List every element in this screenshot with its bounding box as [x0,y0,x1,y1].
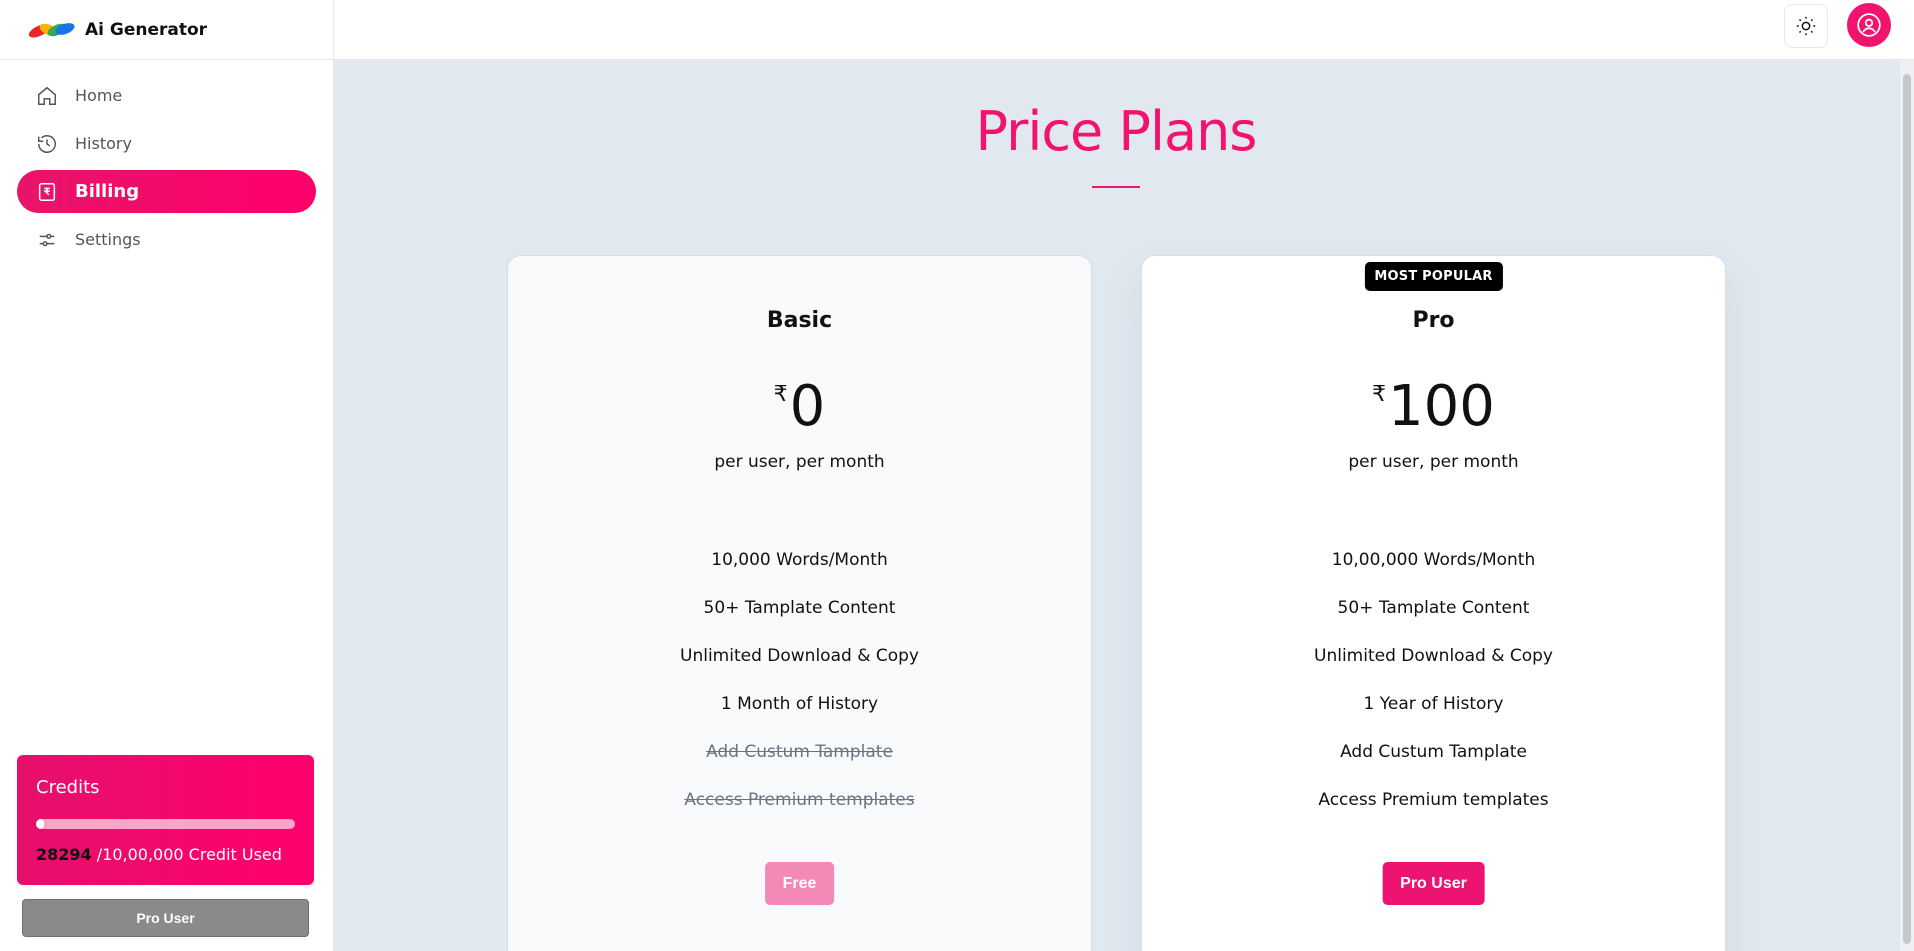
feature-item-excluded: Add Custum Tamplate [706,742,893,762]
plan-card-pro: MOST POPULAR Pro ₹ 100 per user, per mon… [1141,255,1726,951]
brand-logo-icon [28,22,75,37]
currency-symbol: ₹ [1372,382,1387,407]
price-amount: 100 [1388,374,1495,439]
brand[interactable]: Ai Generator [0,0,333,60]
user-profile-button[interactable] [1847,3,1891,47]
free-plan-button[interactable]: Free [764,862,835,905]
feature-item: Unlimited Download & Copy [1314,646,1553,666]
credits-progress-fill [36,819,44,829]
title-divider [1092,186,1140,188]
plan-price: ₹ 0 [508,376,1091,438]
sidebar-nav: Home History Billing Settings [0,60,333,261]
plan-card-basic: Basic ₹ 0 per user, per month 10,000 Wor… [507,255,1092,951]
feature-item: 10,00,000 Words/Month [1331,550,1536,570]
sidebar-item-label: Billing [75,181,140,202]
feature-item: 10,000 Words/Month [711,550,888,570]
settings-icon [35,228,59,252]
sidebar-item-label: History [75,134,132,153]
history-icon [35,132,59,156]
plan-name: Pro [1412,308,1455,333]
credits-progress-bar [36,819,295,829]
sun-icon [1796,16,1816,36]
sidebar-item-settings[interactable]: Settings [17,218,316,261]
pro-user-button[interactable]: Pro User [22,899,309,937]
sidebar: Ai Generator Home History Billing Settin… [0,0,334,951]
plan-name: Basic [766,308,833,333]
credits-used-value: 28294 [36,845,92,864]
feature-item: 50+ Tamplate Content [1337,598,1530,618]
credits-used-text: /10,00,000 Credit Used [96,845,282,864]
feature-item: 1 Year of History [1363,694,1504,714]
page-title: Price Plans [975,100,1258,163]
page-scrollbar[interactable] [1900,60,1914,951]
topbar [334,0,1914,60]
feature-list: 10,00,000 Words/Month 50+ Tamplate Conte… [1142,546,1725,834]
user-circle-icon [1857,13,1881,37]
credits-panel: Credits 28294 /10,00,000 Credit Used [17,755,314,885]
feature-item-excluded: Access Premium templates [684,790,915,810]
sidebar-item-label: Settings [75,230,141,249]
home-icon [35,84,59,108]
feature-item: 50+ Tamplate Content [703,598,896,618]
theme-toggle-button[interactable] [1784,4,1828,48]
credits-title: Credits [36,777,100,798]
price-period: per user, per month [714,452,885,472]
sidebar-item-history[interactable]: History [17,122,316,165]
feature-item: Add Custum Tamplate [1340,742,1527,762]
brand-name: Ai Generator [85,19,208,40]
feature-item: Access Premium templates [1318,790,1549,810]
scrollbar-thumb[interactable] [1903,74,1911,944]
sidebar-item-billing[interactable]: Billing [17,170,316,213]
sidebar-item-label: Home [75,86,123,105]
sidebar-item-home[interactable]: Home [17,74,316,117]
feature-item: Unlimited Download & Copy [680,646,919,666]
billing-icon [35,180,59,204]
feature-item: 1 Month of History [720,694,879,714]
plan-price: ₹ 100 [1142,376,1725,438]
currency-symbol: ₹ [773,382,788,407]
price-amount: 0 [789,374,826,439]
feature-list: 10,000 Words/Month 50+ Tamplate Content … [508,546,1091,834]
most-popular-badge: MOST POPULAR [1364,262,1503,291]
price-period: per user, per month [1348,452,1519,472]
pro-plan-button[interactable]: Pro User [1382,862,1485,905]
credits-used: 28294 /10,00,000 Credit Used [36,845,295,864]
